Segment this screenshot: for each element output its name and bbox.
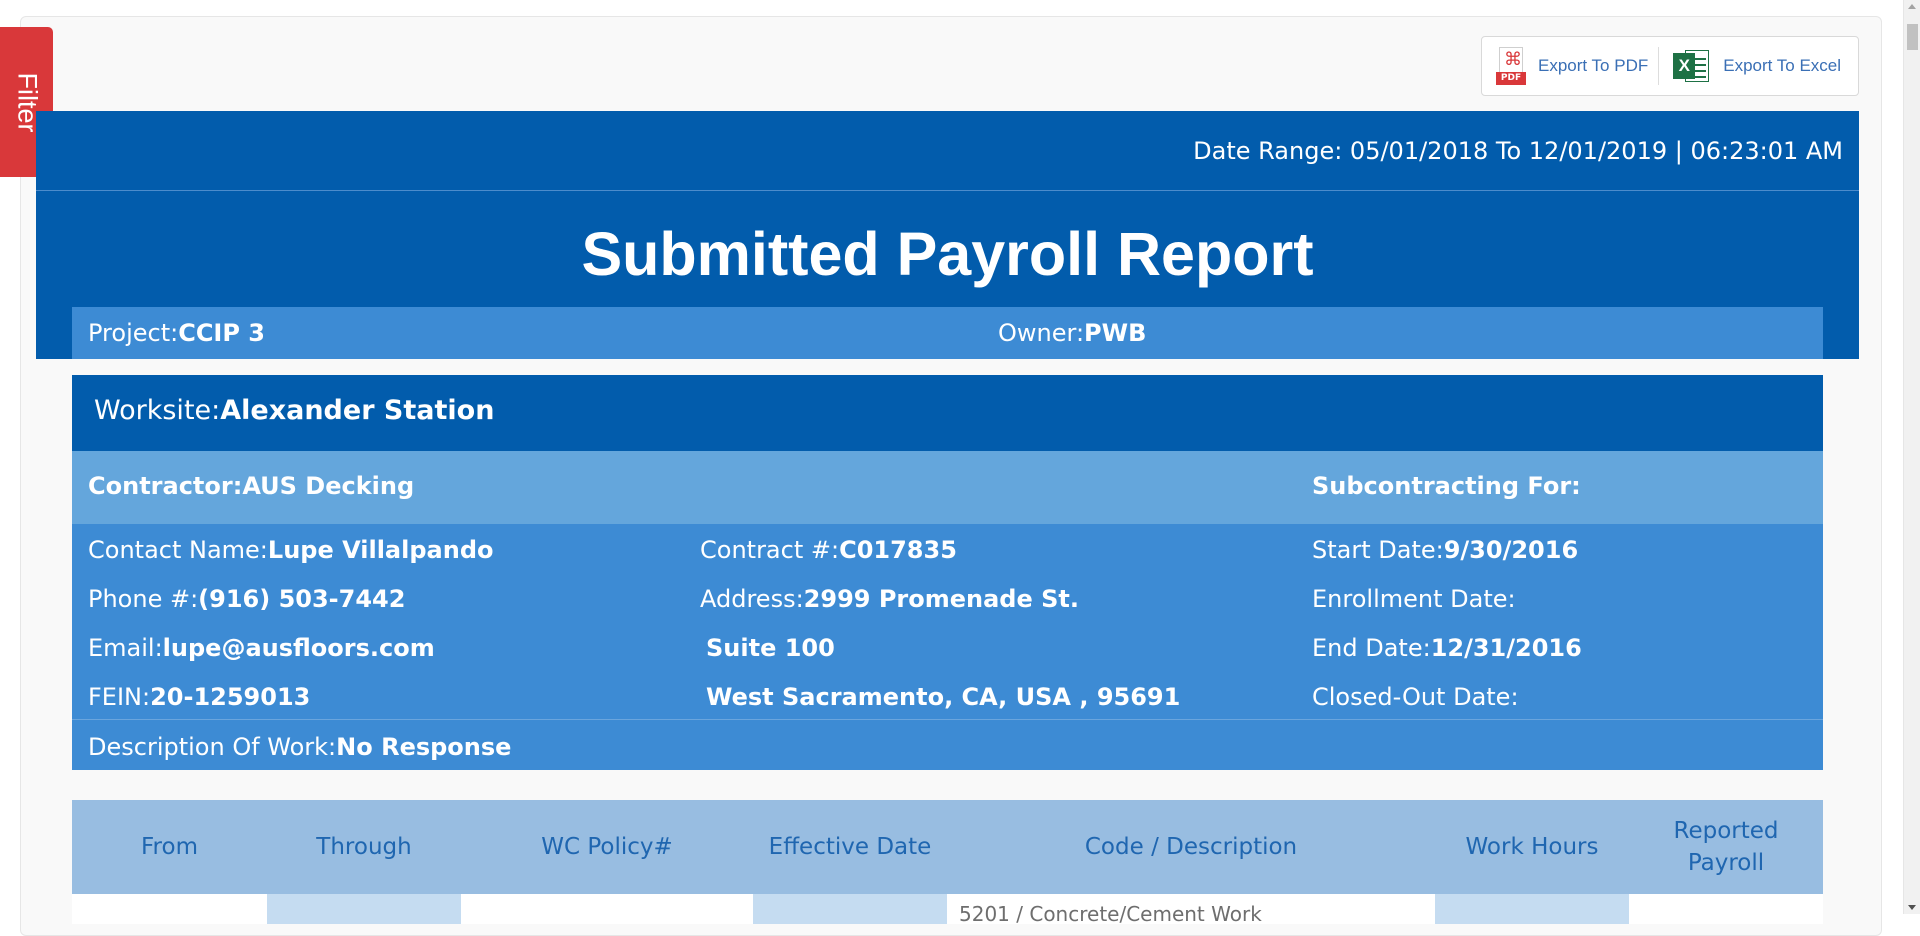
contract-number-field: Contract #:C017835 [700, 536, 957, 564]
start-date-field: Start Date:9/30/2016 [1312, 536, 1579, 564]
project-row: Project:CCIP 3 Owner:PWB [72, 307, 1823, 359]
column-header-effective-date[interactable]: Effective Date [753, 800, 947, 894]
address-line-3: West Sacramento, CA, USA , 95691 [706, 683, 1181, 711]
phone-field: Phone #:(916) 503-7442 [88, 585, 406, 613]
column-header-from[interactable]: From [72, 800, 267, 894]
contact-name-field: Contact Name:Lupe Villalpando [88, 536, 494, 564]
date-range: Date Range: 05/01/2018 To 12/01/2019 | 0… [1193, 137, 1843, 165]
end-date-field: End Date:12/31/2016 [1312, 634, 1582, 662]
closed-out-date-field: Closed-Out Date: [1312, 683, 1519, 711]
table-row: 5201 / Concrete/Cement Work [72, 894, 1823, 924]
column-header-reported-payroll[interactable]: Reported Payroll [1629, 800, 1823, 894]
pdf-icon: ⌘ PDF [1496, 47, 1526, 85]
export-pdf-label: Export To PDF [1538, 56, 1649, 75]
enrollment-date-field: Enrollment Date: [1312, 585, 1516, 613]
column-header-code-description[interactable]: Code / Description [947, 800, 1435, 894]
scrollbar-thumb[interactable] [1907, 24, 1918, 50]
subcontracting-field: Subcontracting For: [1312, 472, 1581, 500]
payroll-table-header: From Through WC Policy# Effective Date C… [72, 800, 1823, 894]
table-cell [1629, 894, 1823, 924]
table-cell [72, 894, 267, 924]
export-toolbar: ⌘ PDF Export To PDF X Export To Excel [1481, 36, 1859, 96]
scroll-down-icon[interactable] [1908, 905, 1916, 910]
vertical-scrollbar[interactable] [1903, 0, 1920, 914]
table-cell [461, 894, 753, 924]
fein-field: FEIN:20-1259013 [88, 683, 311, 711]
description-field: Description Of Work:No Response [88, 733, 512, 761]
table-cell [267, 894, 461, 924]
report-header: Date Range: 05/01/2018 To 12/01/2019 | 0… [36, 111, 1859, 359]
scroll-up-icon[interactable] [1908, 4, 1916, 9]
contractor-details: Contact Name:Lupe Villalpando Phone #:(9… [72, 524, 1823, 720]
table-cell [753, 894, 947, 924]
table-cell [1435, 894, 1629, 924]
column-header-wc-policy[interactable]: WC Policy# [461, 800, 753, 894]
project-field: Project:CCIP 3 [88, 319, 266, 347]
owner-field: Owner:PWB [998, 319, 1147, 347]
page-title: Submitted Payroll Report [581, 220, 1314, 288]
excel-icon: X [1673, 47, 1711, 85]
contractor-field: Contractor:AUS Decking [88, 472, 415, 500]
export-excel-label: Export To Excel [1723, 56, 1842, 75]
export-excel-button[interactable]: X Export To Excel [1659, 37, 1851, 95]
address-line-2: Suite 100 [706, 634, 835, 662]
column-header-work-hours[interactable]: Work Hours [1435, 800, 1629, 894]
column-header-through[interactable]: Through [267, 800, 461, 894]
table-cell-code: 5201 / Concrete/Cement Work [947, 894, 1435, 924]
description-row: Description Of Work:No Response [72, 720, 1823, 770]
export-pdf-button[interactable]: ⌘ PDF Export To PDF [1482, 37, 1658, 95]
worksite-header: Worksite:Alexander Station [72, 375, 1823, 451]
contractor-row: Contractor:AUS Decking Subcontracting Fo… [72, 451, 1823, 524]
address-field: Address:2999 Promenade St. [700, 585, 1079, 613]
header-divider [36, 190, 1859, 191]
email-field: Email:lupe@ausfloors.com [88, 634, 435, 662]
